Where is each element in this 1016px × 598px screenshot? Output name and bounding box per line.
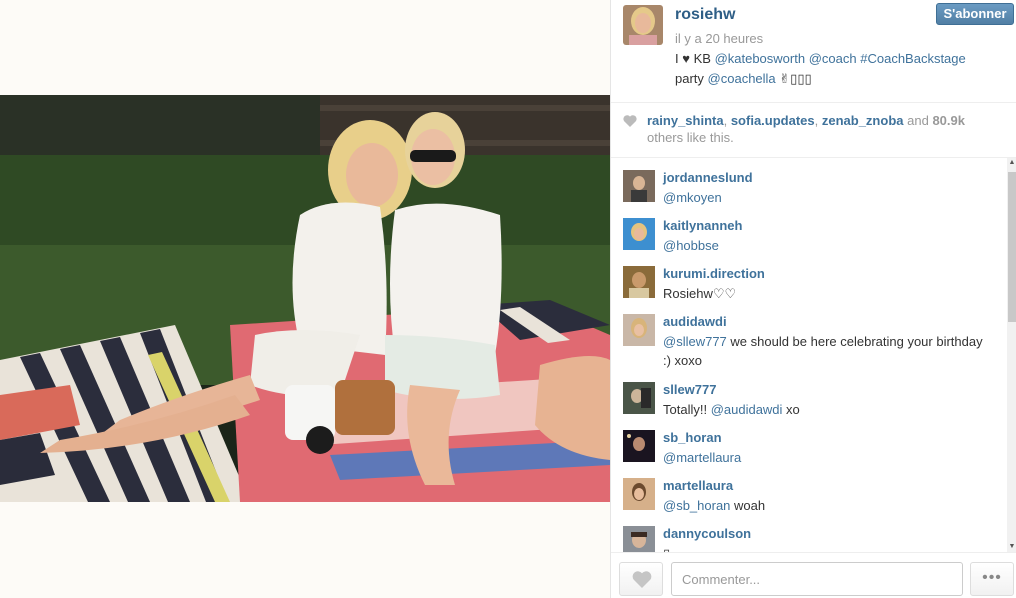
comment-username[interactable]: sllew777 — [663, 382, 717, 397]
comments-scrollbar[interactable]: ▲ ▼ — [1007, 158, 1016, 552]
comment-avatar[interactable] — [623, 382, 655, 414]
comment-username[interactable]: kurumi.direction — [663, 266, 765, 281]
comment-avatar[interactable] — [623, 218, 655, 250]
comment-avatar[interactable] — [623, 478, 655, 510]
like-button[interactable] — [619, 562, 663, 596]
comment-username[interactable]: audidawdi — [663, 314, 727, 329]
post-caption: I ♥ KB @katebosworth @coach #CoachBackst… — [675, 49, 1005, 89]
likes-summary: rainy_shinta, sofia.updates, zenab_znoba… — [611, 102, 1016, 158]
follow-button[interactable]: S'abonner — [936, 3, 1014, 25]
comment-avatar[interactable] — [623, 526, 655, 552]
like-user[interactable]: rainy_shinta — [647, 113, 724, 128]
scroll-thumb[interactable] — [1008, 172, 1016, 322]
ellipsis-icon: ••• — [982, 569, 1002, 586]
comment-footer: ••• — [611, 552, 1016, 598]
likes-count[interactable]: 80.9k — [932, 113, 965, 128]
comment-username[interactable]: sb_horan — [663, 430, 722, 445]
comments-list[interactable]: jordanneslund @mkoyen kaitlynanneh @hobb… — [611, 158, 1007, 552]
comment-avatar[interactable] — [623, 266, 655, 298]
post-photo[interactable] — [0, 95, 610, 502]
comment-text: ▯ — [663, 544, 993, 552]
post-timestamp[interactable]: il y a 20 heures — [675, 31, 763, 46]
more-options-button[interactable]: ••• — [970, 562, 1014, 596]
post-header: rosiehw S'abonner il y a 20 heures I ♥ K… — [611, 0, 1016, 102]
comment-text: @martellaura — [663, 448, 993, 467]
comment-text: Rosiehw♡♡ — [663, 286, 737, 301]
photo-image — [0, 95, 610, 502]
owner-username[interactable]: rosiehw — [675, 6, 735, 24]
comment-text: Totally!! @audidawdi xo — [663, 400, 993, 419]
comment-mention[interactable]: @audidawdi — [711, 402, 783, 417]
scroll-up-arrow-icon[interactable]: ▲ — [1007, 158, 1016, 168]
comment-mention[interactable]: @mkoyen — [663, 190, 722, 205]
comment-avatar[interactable] — [623, 170, 655, 202]
comment-text: @sllew777 we should be here celebrating … — [663, 332, 993, 370]
comment-text: @mkoyen — [663, 188, 993, 207]
comment-prefix: Totally!! — [663, 402, 711, 417]
caption-mention-coach[interactable]: @coach — [809, 51, 857, 66]
comment-body: xo — [782, 402, 800, 417]
comment-body: woah — [730, 498, 766, 513]
comment-text: @hobbse — [663, 236, 993, 255]
post-sidebar: rosiehw S'abonner il y a 20 heures I ♥ K… — [610, 0, 1016, 598]
comment-mention[interactable]: @sllew777 — [663, 334, 727, 349]
like-user[interactable]: zenab_znoba — [822, 113, 904, 128]
like-user[interactable]: sofia.updates — [731, 113, 815, 128]
caption-word: party — [675, 71, 704, 86]
heart-icon — [632, 571, 652, 588]
media-pane — [0, 0, 610, 598]
caption-hashtag[interactable]: #CoachBackstage — [860, 51, 966, 66]
comment-mention[interactable]: @hobbse — [663, 238, 719, 253]
comment-mention[interactable]: @martellaura — [663, 450, 741, 465]
likes-suffix: others like this. — [647, 130, 734, 145]
comment-avatar[interactable] — [623, 314, 655, 346]
caption-mention-coachella[interactable]: @coachella — [708, 71, 776, 86]
caption-emoji: ✌▯▯▯ — [779, 71, 812, 86]
caption-heart: ♥ — [682, 51, 690, 66]
caption-mention-katebosworth[interactable]: @katebosworth — [715, 51, 806, 66]
caption-kb: KB — [693, 51, 711, 66]
comment-mention[interactable]: @sb_horan — [663, 498, 730, 513]
caption-prefix: I — [675, 51, 679, 66]
owner-avatar[interactable] — [623, 5, 663, 45]
comment-username[interactable]: jordanneslund — [663, 170, 753, 185]
comment-username[interactable]: kaitlynanneh — [663, 218, 742, 233]
comment-text: @sb_horan woah — [663, 496, 993, 515]
comment-username[interactable]: dannycoulson — [663, 526, 751, 541]
comment-username[interactable]: martellaura — [663, 478, 733, 493]
heart-icon — [623, 115, 637, 127]
comment-input[interactable] — [671, 562, 963, 596]
likes-and: and — [907, 113, 929, 128]
comment-avatar[interactable] — [623, 430, 655, 462]
scroll-down-arrow-icon[interactable]: ▼ — [1007, 542, 1016, 552]
